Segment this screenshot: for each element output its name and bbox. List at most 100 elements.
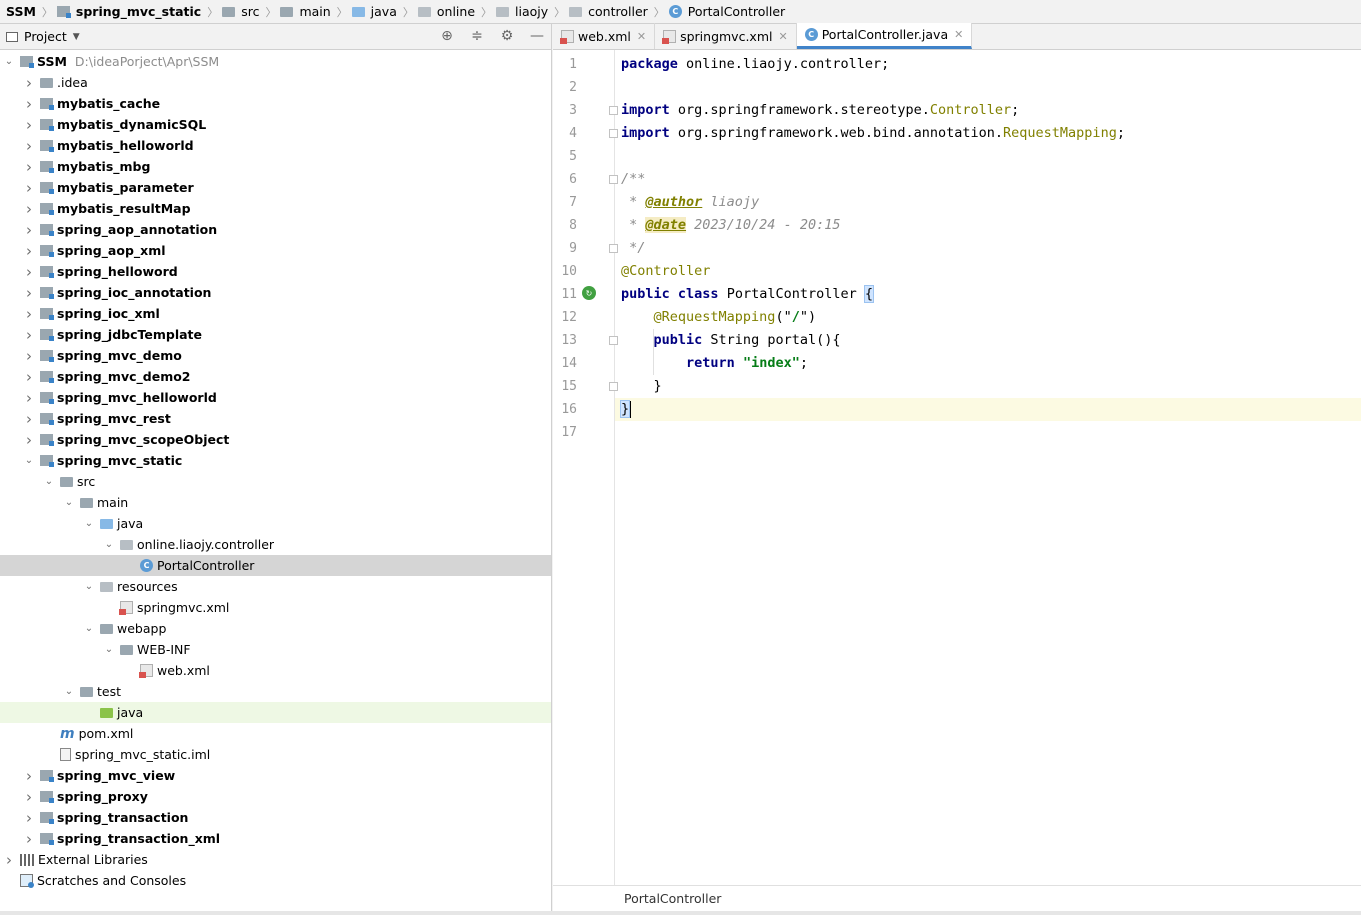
chevron-right-icon[interactable]: › [22, 389, 36, 407]
breadcrumb-separator-icon: 〉 [554, 5, 566, 19]
breadcrumb-item[interactable]: controller [569, 0, 650, 24]
chevron-right-icon[interactable]: › [22, 326, 36, 344]
tree-item[interactable]: › spring_mvc_demo [0, 345, 551, 366]
chevron-right-icon[interactable]: › [22, 263, 36, 281]
settings-icon[interactable]: ⚙ [499, 28, 515, 44]
breadcrumb-item[interactable]: src [222, 0, 261, 24]
editor-footer-breadcrumb[interactable]: PortalController [553, 885, 1361, 911]
chevron-right-icon[interactable]: › [22, 158, 36, 176]
tree-item[interactable]: › mybatis_helloworld [0, 135, 551, 156]
tree-item[interactable]: C PortalController [0, 555, 551, 576]
chevron-right-icon[interactable]: › [22, 200, 36, 218]
tree-item[interactable]: › External Libraries [0, 849, 551, 870]
tree-item[interactable]: › spring_transaction [0, 807, 551, 828]
chevron-down-icon[interactable]: ▼ [73, 32, 80, 42]
chevron-down-icon[interactable]: ⌄ [82, 518, 96, 529]
chevron-right-icon[interactable]: › [22, 116, 36, 134]
chevron-right-icon[interactable]: › [22, 809, 36, 827]
chevron-right-icon[interactable]: › [22, 221, 36, 239]
tree-item[interactable]: ⌄ WEB-INF [0, 639, 551, 660]
chevron-right-icon[interactable]: › [22, 137, 36, 155]
chevron-down-icon[interactable]: ⌄ [62, 686, 76, 697]
tree-item[interactable]: ⌄ SSM D:\ideaPorject\Apr\SSM [0, 51, 551, 72]
tree-item[interactable]: java [0, 702, 551, 723]
tree-item[interactable]: ⌄ resources [0, 576, 551, 597]
chevron-right-icon[interactable]: › [22, 347, 36, 365]
breadcrumb-item[interactable]: spring_mvc_static [56, 0, 203, 24]
tree-item[interactable]: › spring_mvc_helloworld [0, 387, 551, 408]
editor-tab[interactable]: web.xml ✕ [553, 23, 656, 49]
chevron-right-icon[interactable]: › [22, 410, 36, 428]
tree-item[interactable]: Scratches and Consoles [0, 870, 551, 891]
chevron-down-icon[interactable]: ⌄ [62, 497, 76, 508]
chevron-down-icon[interactable]: ⌄ [102, 539, 116, 550]
tree-item[interactable]: › mybatis_resultMap [0, 198, 551, 219]
tree-item[interactable]: m pom.xml [0, 723, 551, 744]
tree-item[interactable]: › spring_helloword [0, 261, 551, 282]
tree-item[interactable]: › spring_transaction_xml [0, 828, 551, 849]
tree-item[interactable]: spring_mvc_static.iml [0, 744, 551, 765]
tree-item[interactable]: ⌄ main [0, 492, 551, 513]
close-icon[interactable]: ✕ [637, 30, 646, 43]
tree-item[interactable]: ⌄ test [0, 681, 551, 702]
tree-item[interactable]: springmvc.xml [0, 597, 551, 618]
close-icon[interactable]: ✕ [778, 30, 787, 43]
chevron-down-icon[interactable]: ⌄ [82, 581, 96, 592]
tree-item[interactable]: › spring_mvc_rest [0, 408, 551, 429]
locate-icon[interactable]: ⊕ [439, 28, 455, 44]
chevron-right-icon[interactable]: › [22, 431, 36, 449]
chevron-right-icon[interactable]: › [22, 788, 36, 806]
close-icon[interactable]: ✕ [954, 28, 963, 41]
tree-item[interactable]: ⌄ java [0, 513, 551, 534]
breadcrumb-item[interactable]: main [280, 0, 332, 24]
code-token: org.springframework.web.bind.annotation. [669, 125, 1004, 141]
tree-item[interactable]: › spring_proxy [0, 786, 551, 807]
tree-item[interactable]: › spring_ioc_annotation [0, 282, 551, 303]
tree-item[interactable]: › spring_mvc_demo2 [0, 366, 551, 387]
tree-item[interactable]: › spring_aop_xml [0, 240, 551, 261]
code-editor[interactable]: package online.liaojy.controller; import … [615, 50, 1361, 897]
tree-item[interactable]: web.xml [0, 660, 551, 681]
tree-item[interactable]: › mybatis_parameter [0, 177, 551, 198]
chevron-right-icon[interactable]: › [22, 830, 36, 848]
tree-item[interactable]: ⌄ webapp [0, 618, 551, 639]
chevron-right-icon[interactable]: › [22, 95, 36, 113]
chevron-right-icon[interactable]: › [22, 242, 36, 260]
tree-item[interactable]: ⌄ spring_mvc_static [0, 450, 551, 471]
tree-item-label: java [117, 705, 144, 720]
hide-icon[interactable]: — [529, 28, 545, 44]
project-view-selector[interactable]: Project [24, 29, 67, 44]
breadcrumb-item[interactable]: SSM [4, 0, 38, 24]
chevron-right-icon[interactable]: › [22, 305, 36, 323]
chevron-right-icon[interactable]: › [2, 851, 16, 869]
tree-item[interactable]: ⌄ online.liaojy.controller [0, 534, 551, 555]
tree-item[interactable]: › spring_mvc_scopeObject [0, 429, 551, 450]
chevron-down-icon[interactable]: ⌄ [22, 455, 36, 466]
chevron-right-icon[interactable]: › [22, 767, 36, 785]
chevron-right-icon[interactable]: › [22, 368, 36, 386]
chevron-right-icon[interactable]: › [22, 179, 36, 197]
tree-item[interactable]: › spring_mvc_view [0, 765, 551, 786]
collapse-all-icon[interactable]: ≑ [469, 28, 485, 44]
editor-tab[interactable]: C PortalController.java ✕ [796, 23, 973, 49]
chevron-down-icon[interactable]: ⌄ [2, 56, 16, 67]
tree-item[interactable]: › .idea [0, 72, 551, 93]
tree-item[interactable]: › spring_ioc_xml [0, 303, 551, 324]
chevron-down-icon[interactable]: ⌄ [102, 644, 116, 655]
chevron-right-icon[interactable]: › [22, 74, 36, 92]
tree-item[interactable]: › spring_aop_annotation [0, 219, 551, 240]
chevron-right-icon[interactable]: › [22, 284, 36, 302]
chevron-down-icon[interactable]: ⌄ [82, 623, 96, 634]
breadcrumb-item[interactable]: C PortalController [668, 0, 787, 24]
spring-bean-icon[interactable]: ↻ [582, 286, 596, 300]
tree-item[interactable]: › spring_jdbcTemplate [0, 324, 551, 345]
breadcrumb-item[interactable]: liaojy [496, 0, 550, 24]
breadcrumb-item[interactable]: online [417, 0, 477, 24]
chevron-down-icon[interactable]: ⌄ [42, 476, 56, 487]
breadcrumb-item[interactable]: java [351, 0, 399, 24]
editor-tab[interactable]: springmvc.xml ✕ [655, 23, 797, 49]
tree-item[interactable]: › mybatis_dynamicSQL [0, 114, 551, 135]
tree-item[interactable]: › mybatis_cache [0, 93, 551, 114]
tree-item[interactable]: ⌄ src [0, 471, 551, 492]
tree-item[interactable]: › mybatis_mbg [0, 156, 551, 177]
